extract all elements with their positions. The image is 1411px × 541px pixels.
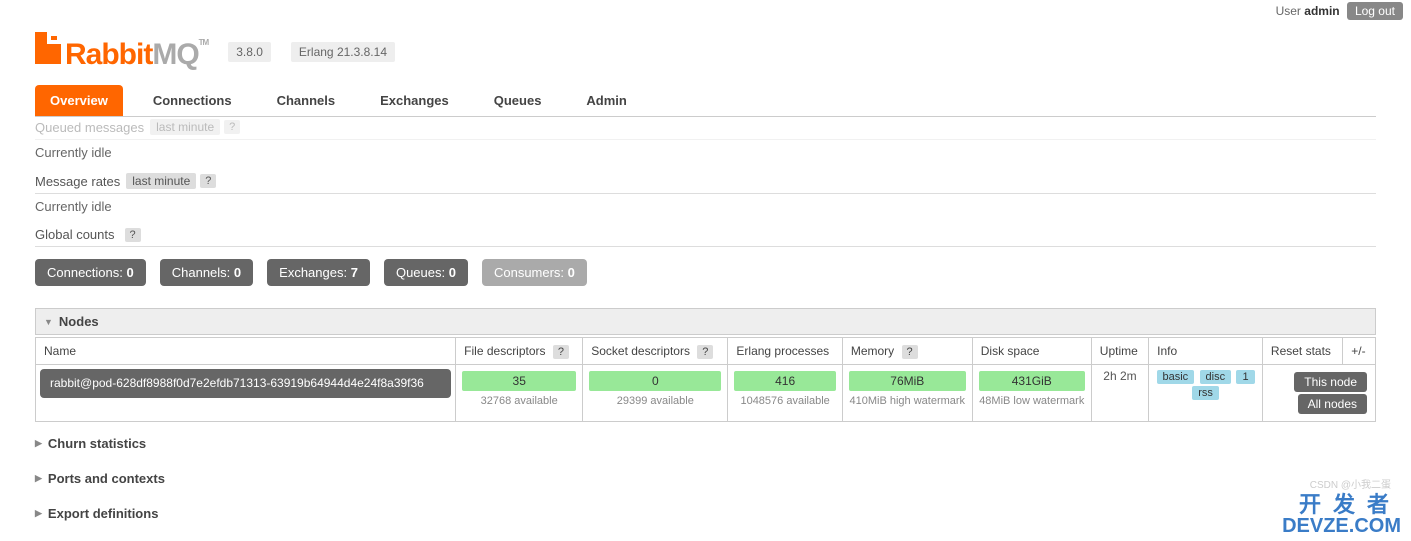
- table-header-row: Name File descriptors ? Socket descripto…: [36, 338, 1376, 365]
- table-row: rabbit@pod-628df8988f0d7e2efdb71313-6391…: [36, 365, 1376, 422]
- info-tag-basic: basic: [1157, 370, 1195, 384]
- col-mem: Memory ?: [842, 338, 972, 365]
- cell-reset: This node All nodes: [1262, 365, 1375, 422]
- queued-time: last minute: [150, 119, 220, 135]
- logo-tm: TM: [199, 38, 209, 47]
- nodes-title: Nodes: [59, 314, 99, 329]
- chevron-right-icon: [35, 438, 42, 449]
- tab-admin[interactable]: Admin: [571, 85, 641, 116]
- col-fd: File descriptors ?: [456, 338, 583, 365]
- help-icon[interactable]: ?: [125, 228, 141, 242]
- col-name: Name: [36, 338, 456, 365]
- count-queues[interactable]: Queues: 0: [384, 259, 468, 286]
- cell-sd: 029399 available: [583, 365, 728, 422]
- message-rates-header: Message rates last minute ?: [35, 169, 1376, 194]
- cell-uptime: 2h 2m: [1091, 365, 1148, 422]
- reset-this-node-button[interactable]: This node: [1294, 372, 1367, 392]
- queued-messages-header: Queued messages last minute ?: [35, 115, 1376, 140]
- logo-text-mq: MQ: [152, 38, 198, 71]
- count-channels[interactable]: Channels: 0: [160, 259, 253, 286]
- col-uptime: Uptime: [1091, 338, 1148, 365]
- nodes-table: Name File descriptors ? Socket descripto…: [35, 337, 1376, 422]
- info-tag-rss: rss: [1192, 386, 1219, 400]
- cell-mem: 76MiB410MiB high watermark: [842, 365, 972, 422]
- chevron-down-icon: [44, 317, 53, 327]
- cell-disk: 431GiB48MiB low watermark: [972, 365, 1091, 422]
- col-ep: Erlang processes: [728, 338, 842, 365]
- node-name[interactable]: rabbit@pod-628df8988f0d7e2efdb71313-6391…: [40, 369, 451, 398]
- tabs: Overview Connections Channels Exchanges …: [35, 85, 1376, 117]
- tab-queues[interactable]: Queues: [479, 85, 557, 116]
- help-icon[interactable]: ?: [224, 120, 240, 134]
- tab-channels[interactable]: Channels: [262, 85, 351, 116]
- help-icon[interactable]: ?: [553, 345, 569, 359]
- info-tag-disc: disc: [1200, 370, 1232, 384]
- version-erlang: Erlang 21.3.8.14: [291, 42, 395, 62]
- count-consumers[interactable]: Consumers: 0: [482, 259, 587, 286]
- queued-idle: Currently idle: [35, 140, 1376, 163]
- cell-fd: 3532768 available: [456, 365, 583, 422]
- help-icon[interactable]: ?: [200, 174, 216, 188]
- queued-label: Queued messages: [35, 120, 144, 135]
- user-name: admin: [1304, 4, 1339, 18]
- logo[interactable]: RabbitMQTM: [35, 32, 208, 72]
- chevron-right-icon: [35, 473, 42, 484]
- global-counts-header: Global counts ?: [35, 223, 1376, 247]
- version-rabbitmq: 3.8.0: [228, 42, 271, 62]
- reset-all-nodes-button[interactable]: All nodes: [1298, 394, 1367, 414]
- top-bar: User admin Log out: [0, 0, 1411, 22]
- col-sd: Socket descriptors ?: [583, 338, 728, 365]
- tab-exchanges[interactable]: Exchanges: [365, 85, 464, 116]
- columns-toggle[interactable]: +/-: [1343, 338, 1376, 365]
- count-connections[interactable]: Connections: 0: [35, 259, 146, 286]
- user-label: User: [1276, 4, 1301, 18]
- churn-panel-header[interactable]: Churn statistics: [35, 430, 1376, 457]
- rates-label: Message rates: [35, 174, 120, 189]
- rates-idle: Currently idle: [35, 194, 1376, 217]
- header: RabbitMQTM 3.8.0 Erlang 21.3.8.14: [35, 22, 1376, 77]
- cell-info: basic disc 1 rss: [1149, 365, 1263, 422]
- help-icon[interactable]: ?: [902, 345, 918, 359]
- rates-time[interactable]: last minute: [126, 173, 196, 189]
- tab-connections[interactable]: Connections: [138, 85, 247, 116]
- col-info: Info: [1149, 338, 1263, 365]
- logo-text-rabbit: Rabbit: [65, 38, 152, 71]
- logout-button[interactable]: Log out: [1347, 2, 1403, 20]
- col-reset: Reset stats: [1262, 338, 1342, 365]
- help-icon[interactable]: ?: [697, 345, 713, 359]
- col-disk: Disk space: [972, 338, 1091, 365]
- rabbitmq-logo-icon: [35, 32, 61, 64]
- counts-row: Connections: 0 Channels: 0 Exchanges: 7 …: [35, 247, 1376, 298]
- tab-overview[interactable]: Overview: [35, 85, 123, 116]
- ports-panel-header[interactable]: Ports and contexts: [35, 465, 1376, 492]
- info-tag-1: 1: [1236, 370, 1254, 384]
- global-label: Global counts: [35, 227, 115, 242]
- export-panel-header[interactable]: Export definitions: [35, 500, 1376, 527]
- cell-ep: 4161048576 available: [728, 365, 842, 422]
- nodes-panel-header[interactable]: Nodes: [35, 308, 1376, 335]
- chevron-right-icon: [35, 508, 42, 519]
- count-exchanges[interactable]: Exchanges: 7: [267, 259, 370, 286]
